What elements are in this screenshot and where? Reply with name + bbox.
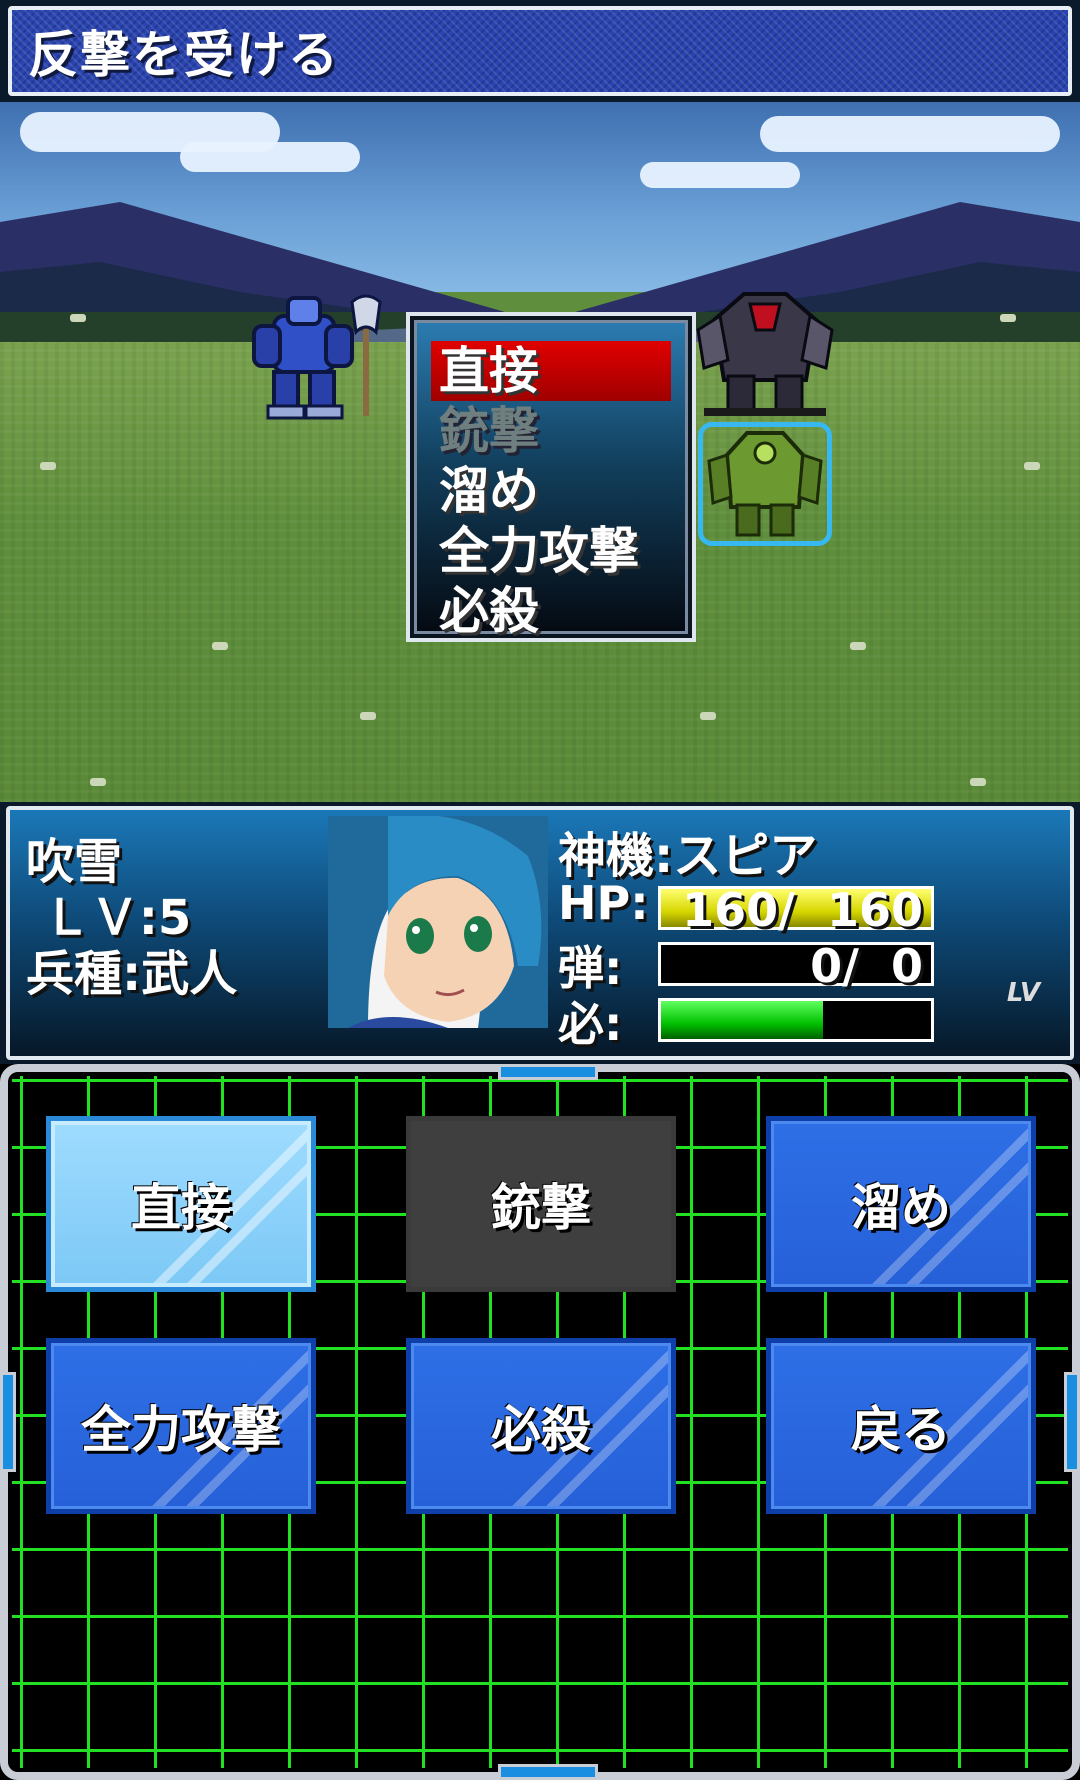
rock — [212, 642, 228, 650]
back-button[interactable]: 戻る — [766, 1338, 1036, 1514]
special-gauge — [658, 998, 934, 1042]
pilot-class: 兵種:武人 — [26, 946, 238, 1002]
ammo-value: 0/ 0 — [810, 939, 923, 993]
special-gauge-fill — [661, 1001, 823, 1039]
menu-item-direct[interactable]: 直接 — [431, 341, 671, 401]
target-cursor[interactable] — [698, 422, 832, 546]
attack-command-list: 直接 銃撃 溜め 全力攻撃 必殺 — [414, 320, 688, 640]
pilot-portrait — [328, 816, 548, 1028]
green-mech-unit[interactable] — [703, 427, 827, 541]
charge-button[interactable]: 溜め — [766, 1116, 1036, 1292]
ammo-gauge: 0/ 0 — [658, 939, 934, 993]
panel-right-tab — [1064, 1372, 1080, 1472]
hp-gauge: 160/ 160 — [658, 883, 934, 937]
rock — [1024, 462, 1040, 470]
rock — [970, 778, 986, 786]
rock — [700, 712, 716, 720]
special-move-button[interactable]: 必殺 — [406, 1338, 676, 1514]
panel-top-tab — [498, 1064, 598, 1080]
cloud — [180, 142, 360, 172]
rock — [1000, 314, 1016, 322]
battle-scene: 直接 銃撃 溜め 全力攻撃 必殺 — [0, 102, 1080, 802]
special-label: 必: — [558, 997, 623, 1051]
rock — [90, 778, 106, 786]
menu-item-all-out-attack[interactable]: 全力攻撃 — [431, 521, 671, 581]
rock — [360, 712, 376, 720]
menu-item-special-move[interactable]: 必殺 — [431, 581, 671, 641]
direct-attack-button[interactable]: 直接 — [46, 1116, 316, 1292]
dark-mech-unit[interactable] — [694, 290, 836, 420]
rock — [70, 314, 86, 322]
blue-knight-unit[interactable] — [244, 292, 394, 422]
menu-item-charge[interactable]: 溜め — [431, 461, 671, 521]
unit-status-panel: 吹雪 ＬＶ:5 兵種:武人 神機:スピア HP: 160/ 160 弾: 0/ … — [0, 802, 1080, 1064]
hp-value: 160/ 160 — [682, 883, 923, 937]
rock — [850, 642, 866, 650]
all-out-attack-button[interactable]: 全力攻撃 — [46, 1338, 316, 1514]
title-bar: 反撃を受ける — [0, 0, 1080, 102]
unit-status-frame: 吹雪 ＬＶ:5 兵種:武人 神機:スピア HP: 160/ 160 弾: 0/ … — [6, 806, 1074, 1060]
menu-item-gunfire[interactable]: 銃撃 — [431, 401, 671, 461]
panel-left-tab — [0, 1372, 16, 1472]
cloud — [760, 116, 1060, 152]
command-panel: 直接 銃撃 溜め 全力攻撃 必殺 戻る — [0, 1064, 1080, 1780]
panel-bottom-tab — [498, 1764, 598, 1780]
title-panel: 反撃を受ける — [8, 6, 1072, 96]
hp-label: HP: — [558, 876, 649, 930]
rock — [40, 462, 56, 470]
special-level-text: LV — [1006, 978, 1040, 1008]
attack-command-menu: 直接 銃撃 溜め 全力攻撃 必殺 — [406, 312, 696, 642]
screen-title: 反撃を受ける — [28, 26, 340, 84]
gunfire-button[interactable]: 銃撃 — [406, 1116, 676, 1292]
